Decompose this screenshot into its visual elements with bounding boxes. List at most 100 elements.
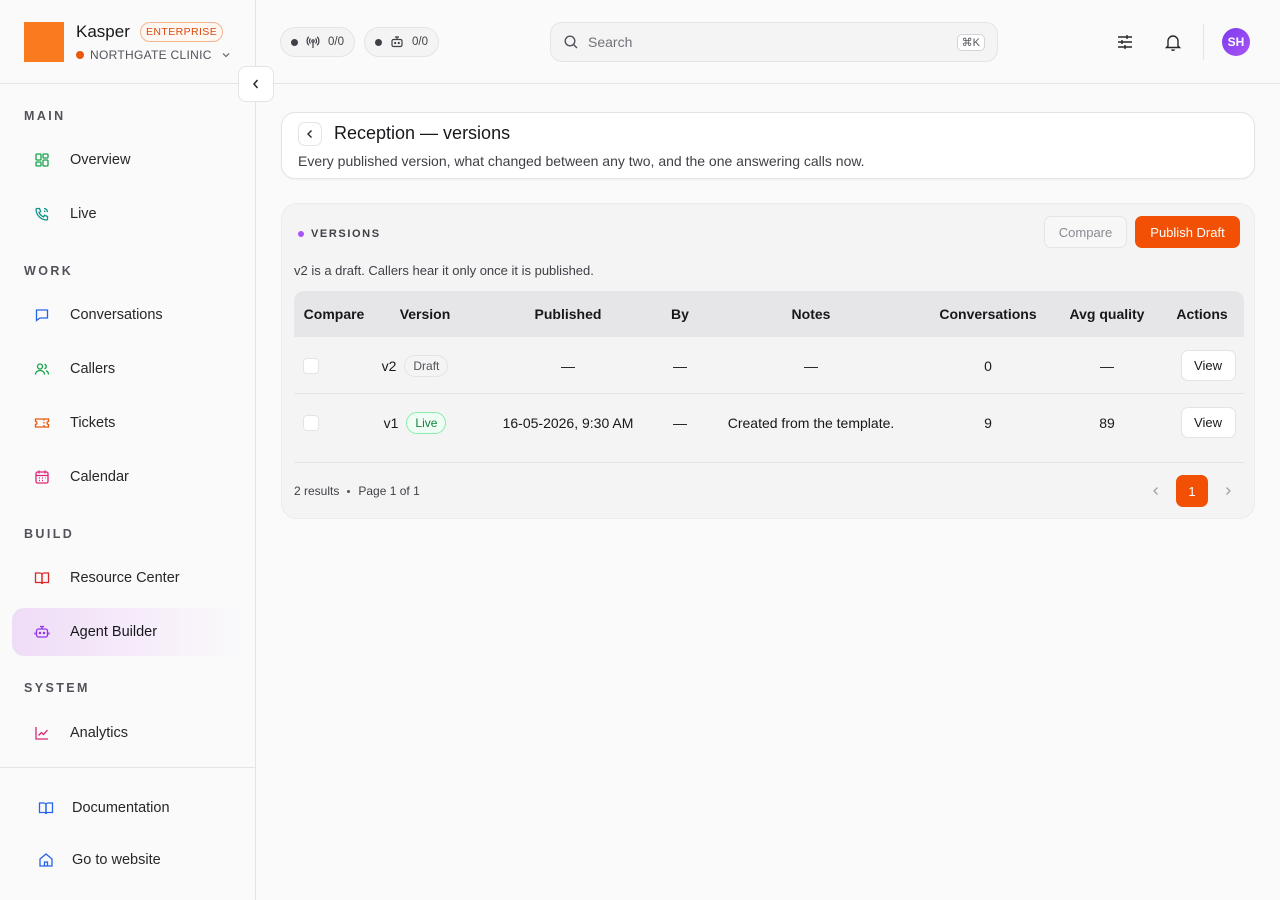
status-dot <box>291 38 298 46</box>
section-dot <box>298 231 304 237</box>
sidebar-footer: Documentation Go to website <box>0 767 255 900</box>
calendar-icon <box>34 469 50 485</box>
bot-icon <box>390 35 404 49</box>
table-footer: 2 results Page 1 of 1 1 <box>294 462 1244 520</box>
prev-page-button[interactable] <box>1140 475 1172 507</box>
home-icon <box>38 852 54 868</box>
documentation-label: Documentation <box>72 800 170 816</box>
org-name: NORTHGATE CLINIC <box>90 48 212 62</box>
row-compare-checkbox[interactable] <box>302 394 320 451</box>
sidebar-item-analytics[interactable]: Analytics <box>12 709 244 757</box>
avatar[interactable]: SH <box>1222 28 1250 56</box>
search-input[interactable] <box>588 34 948 50</box>
published-cell: 16-05-2026, 9:30 AM <box>502 414 634 431</box>
search-shortcut: ⌘K <box>956 33 985 51</box>
sidebar-item-label: Callers <box>70 361 116 377</box>
checkbox[interactable] <box>303 357 319 374</box>
results-count: 2 results <box>294 484 340 498</box>
version-cell: v2 Draft <box>370 337 460 394</box>
column-published: Published <box>534 306 602 322</box>
draft-note: v2 is a draft. Callers hear it only once… <box>294 263 594 278</box>
section-work: WORK <box>24 264 74 278</box>
chevron-right-icon <box>1222 485 1234 497</box>
column-conversations: Conversations <box>939 306 1037 322</box>
sidebar-item-label: Calendar <box>70 469 129 485</box>
status-dot <box>375 38 382 46</box>
actions-cell: View <box>1180 337 1236 394</box>
sliders-icon[interactable] <box>1115 32 1135 52</box>
chevron-down-icon <box>220 49 232 61</box>
website-label: Go to website <box>72 852 161 868</box>
sidebar-item-label: Resource Center <box>70 570 180 586</box>
sidebar-item-conversations[interactable]: Conversations <box>12 291 244 339</box>
line-chart-icon <box>34 725 50 741</box>
view-button[interactable]: View <box>1180 350 1236 381</box>
sidebar-item-label: Live <box>70 206 97 222</box>
sidebar-item-overview[interactable]: Overview <box>12 136 244 184</box>
sidebar: Kasper ENTERPRISE NORTHGATE CLINIC MAIN … <box>0 0 256 900</box>
brand-header: Kasper ENTERPRISE NORTHGATE CLINIC <box>0 0 255 84</box>
page-info: Page 1 of 1 <box>358 484 420 498</box>
status-badge: Live <box>406 411 447 434</box>
topbar-divider <box>1203 24 1204 60</box>
chevron-left-icon <box>1150 485 1162 497</box>
next-page-button[interactable] <box>1212 475 1244 507</box>
view-button[interactable]: View <box>1180 407 1236 438</box>
compare-button[interactable]: Compare <box>1044 216 1127 248</box>
column-avg-quality: Avg quality <box>1069 306 1145 322</box>
topbar: 0/0 0/0 ⌘K SH <box>256 0 1280 84</box>
column-actions: Actions <box>1176 306 1228 322</box>
checkbox[interactable] <box>303 414 319 431</box>
sidebar-item-label: Conversations <box>70 307 163 323</box>
version-number: v1 <box>383 414 399 431</box>
search-icon <box>563 34 579 50</box>
conversations-cell: 0 <box>984 357 992 374</box>
page-subtitle: Every published version, what changed be… <box>298 153 865 169</box>
notes-cell: — <box>804 357 818 374</box>
sidebar-item-label: Overview <box>70 152 131 168</box>
section-system: SYSTEM <box>24 681 90 695</box>
brand-logo <box>24 22 64 62</box>
documentation-link[interactable]: Documentation <box>38 800 170 816</box>
message-square-icon <box>34 307 50 323</box>
by-cell: — <box>673 357 687 374</box>
plan-badge: ENTERPRISE <box>140 22 224 42</box>
users-icon <box>34 361 50 377</box>
quality-cell: 89 <box>1099 414 1115 431</box>
org-switcher[interactable]: NORTHGATE CLINIC <box>76 48 232 62</box>
agents-count: 0/0 <box>412 36 428 48</box>
sidebar-item-live[interactable]: Live <box>12 190 244 238</box>
agents-indicator[interactable]: 0/0 <box>364 27 439 57</box>
separator-dot <box>347 489 351 493</box>
sidebar-item-tickets[interactable]: Tickets <box>12 399 244 447</box>
website-link[interactable]: Go to website <box>38 852 161 868</box>
org-status-dot <box>76 51 84 59</box>
sidebar-item-agent-builder[interactable]: Agent Builder <box>12 608 244 656</box>
version-number: v2 <box>381 357 397 374</box>
collapse-sidebar-button[interactable] <box>238 66 274 102</box>
bot-icon <box>34 624 50 640</box>
page-button[interactable]: 1 <box>1176 475 1208 507</box>
phone-call-icon <box>34 206 50 222</box>
sidebar-item-callers[interactable]: Callers <box>12 345 244 393</box>
search-bar[interactable]: ⌘K <box>550 22 998 62</box>
conversations-cell: 9 <box>984 414 992 431</box>
back-button[interactable] <box>298 122 322 146</box>
bell-icon[interactable] <box>1163 32 1183 52</box>
notes-cell: Created from the template. <box>727 414 895 431</box>
page-header: Reception — versions Every published ver… <box>281 112 1255 179</box>
grid-icon <box>34 152 50 168</box>
sidebar-item-calendar[interactable]: Calendar <box>12 453 244 501</box>
versions-label: VERSIONS <box>298 228 381 240</box>
section-build: BUILD <box>24 527 75 541</box>
row-compare-checkbox[interactable] <box>302 337 320 394</box>
publish-draft-button[interactable]: Publish Draft <box>1135 216 1240 248</box>
pagination-info: 2 results Page 1 of 1 <box>294 484 420 498</box>
chevron-left-icon <box>249 77 263 91</box>
by-cell: — <box>673 414 687 431</box>
sidebar-item-label: Tickets <box>70 415 116 431</box>
sidebar-item-resource-center[interactable]: Resource Center <box>12 554 244 602</box>
brand-name: Kasper <box>76 22 130 41</box>
table-row: v2 Draft — — — 0 — View <box>294 337 1244 394</box>
live-calls-indicator[interactable]: 0/0 <box>280 27 355 57</box>
